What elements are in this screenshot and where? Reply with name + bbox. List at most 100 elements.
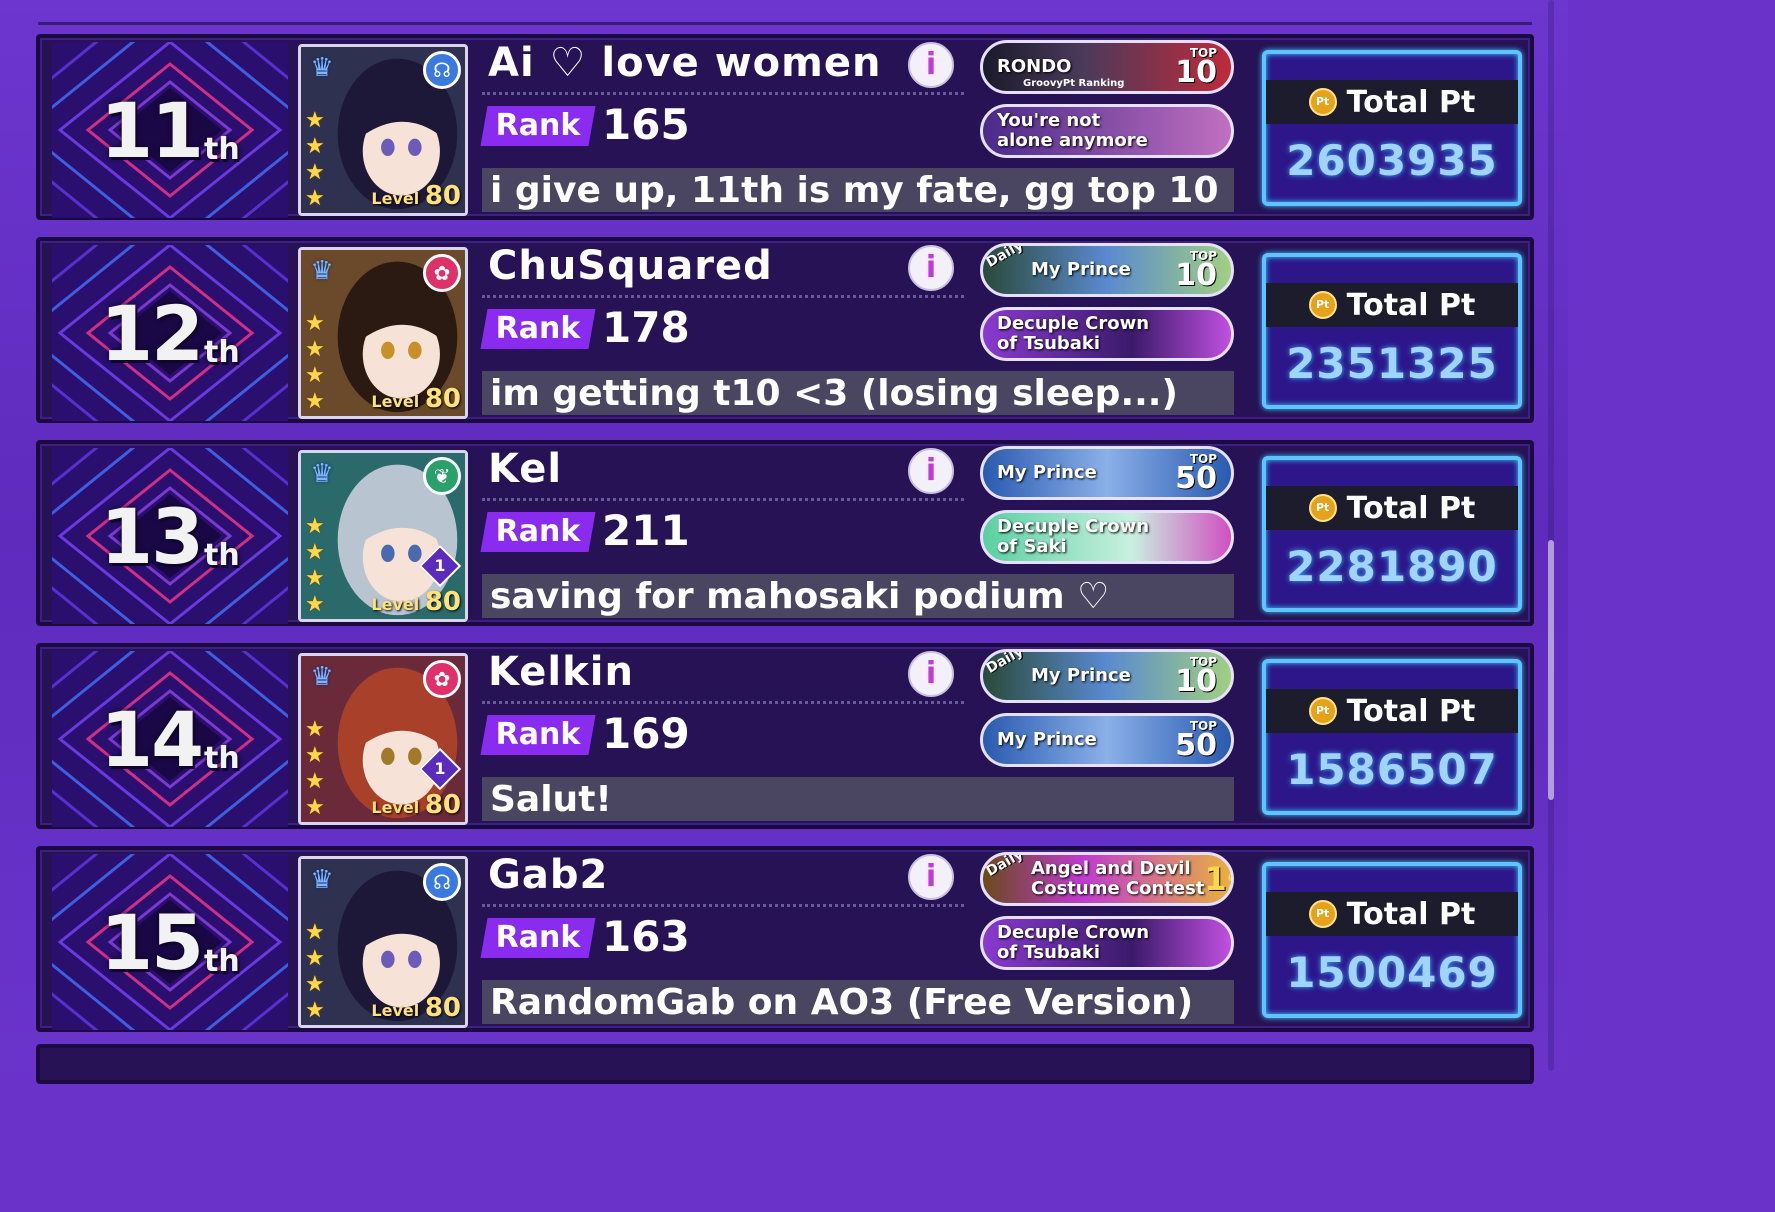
degree-title: You're not alone anymore [997, 110, 1148, 151]
attribute-icon: ✿ [423, 254, 461, 292]
degree-title: RONDO [997, 56, 1072, 77]
ranking-row[interactable]: 11 th ♛ ☊ ★ ★ ★ ★ Level 80 Ai ♡ love wom… [36, 34, 1534, 220]
player-comment: saving for mahosaki podium ♡ [482, 574, 1234, 618]
player-name: Kel [488, 446, 563, 492]
rank-cell: 15 th [52, 854, 288, 1030]
total-points-label: Total Pt [1346, 896, 1476, 932]
player-name: Gab2 [488, 852, 609, 898]
degree-badge-2[interactable]: You're not alone anymore [980, 104, 1234, 158]
degree-badge-1[interactable]: Daily Angel and Devil Costume Contest 1s… [980, 852, 1234, 906]
rank-label: Rank [495, 311, 581, 346]
rank-label: Rank [495, 514, 581, 549]
rarity-stars: ★ ★ ★ ★ [305, 718, 329, 820]
leader-card[interactable]: ♛ ☊ ★ ★ ★ ★ Level 80 [298, 856, 468, 1028]
player-rank-value: 165 [602, 100, 690, 149]
rarity-star-icon: ★ [305, 795, 325, 820]
total-points-panel: Pt Total Pt 2281890 [1262, 456, 1522, 612]
rank-cell: 12 th [52, 245, 288, 421]
degree-badge-1[interactable]: My Prince TOP 50 [980, 446, 1234, 500]
player-rank-value: 178 [602, 303, 690, 352]
rank-number: 14 [100, 694, 204, 784]
rarity-star-icon: ★ [305, 717, 325, 742]
ranking-row[interactable]: 14 th ♛ ✿ ★ ★ ★ ★ 1 Level 80 Kelkin i Ra… [36, 643, 1534, 829]
player-comment: Salut! [482, 777, 1234, 821]
rank-suffix: th [204, 943, 240, 979]
level-value: 80 [424, 993, 461, 1023]
list-top-divider [38, 22, 1532, 25]
info-icon[interactable]: i [908, 651, 954, 697]
info-icon[interactable]: i [908, 854, 954, 900]
player-name: Ai ♡ love women [488, 40, 882, 86]
player-rank-badge: Rank [480, 512, 596, 552]
daily-tag: Daily [983, 649, 1027, 677]
next-row-partial[interactable] [36, 1044, 1534, 1084]
rank-suffix: th [204, 740, 240, 776]
info-icon[interactable]: i [908, 42, 954, 88]
total-points-header: Pt Total Pt [1266, 892, 1518, 936]
degree-badge-1[interactable]: Daily My Prince TOP 10 [980, 649, 1234, 703]
level-label: Level [371, 392, 420, 411]
ranking-row[interactable]: 12 th ♛ ✿ ★ ★ ★ ★ Level 80 ChuSquared i … [36, 237, 1534, 423]
rarity-star-icon: ★ [305, 186, 325, 211]
name-divider [482, 498, 964, 501]
rarity-star-icon: ★ [305, 337, 325, 362]
player-comment: i give up, 11th is my fate, gg top 10 [482, 168, 1234, 212]
total-points-panel: Pt Total Pt 1500469 [1262, 862, 1522, 1018]
card-level: Level 80 [371, 790, 461, 820]
leader-card[interactable]: ♛ ✿ ★ ★ ★ ★ 1 Level 80 [298, 653, 468, 825]
degree-title: My Prince [1031, 259, 1131, 280]
degree-badge-2[interactable]: Decuple Crown of Tsubaki [980, 307, 1234, 361]
rarity-stars: ★ ★ ★ ★ [305, 921, 329, 1023]
player-rank-badge: Rank [480, 309, 596, 349]
total-points-header: Pt Total Pt [1266, 80, 1518, 124]
degree-title: Decuple Crown of Saki [997, 516, 1150, 557]
rank-suffix: th [204, 334, 240, 370]
total-points-panel: Pt Total Pt 2351325 [1262, 253, 1522, 409]
player-rank-value: 169 [602, 709, 690, 758]
leader-card[interactable]: ♛ ✿ ★ ★ ★ ★ Level 80 [298, 247, 468, 419]
rarity-star-icon: ★ [305, 514, 325, 539]
level-value: 80 [424, 587, 461, 617]
degree-rank: TOP 50 [1175, 453, 1217, 494]
event-point-coin-icon: Pt [1308, 88, 1337, 116]
degree-badge-2[interactable]: Decuple Crown of Tsubaki [980, 916, 1234, 970]
player-rank-value: 211 [602, 506, 690, 555]
degree-title: Decuple Crown of Tsubaki [997, 922, 1150, 963]
total-points-panel: Pt Total Pt 2603935 [1262, 50, 1522, 206]
degree-badge-1[interactable]: RONDO GroovyPt Ranking TOP 10 [980, 40, 1234, 94]
rarity-star-icon: ★ [305, 540, 325, 565]
total-points-header: Pt Total Pt [1266, 689, 1518, 733]
rarity-star-icon: ★ [305, 972, 325, 997]
degree-title: Angel and Devil Costume Contest [1031, 858, 1205, 899]
rank-suffix: th [204, 131, 240, 167]
rank-cell: 14 th [52, 651, 288, 827]
ranking-row[interactable]: 15 th ♛ ☊ ★ ★ ★ ★ Level 80 Gab2 i Rank 1… [36, 846, 1534, 1032]
name-divider [482, 92, 964, 95]
event-ranking-list: 11 th ♛ ☊ ★ ★ ★ ★ Level 80 Ai ♡ love wom… [0, 0, 1568, 1084]
total-points-value: 2351325 [1286, 339, 1498, 388]
rank-position: 15 th [52, 854, 288, 1030]
scrollbar-track[interactable] [1548, 0, 1554, 1071]
level-value: 80 [424, 790, 461, 820]
rarity-stars: ★ ★ ★ ★ [305, 312, 329, 414]
name-divider [482, 295, 964, 298]
scrollbar-thumb[interactable] [1548, 540, 1554, 800]
info-icon[interactable]: i [908, 245, 954, 291]
card-level: Level 80 [371, 993, 461, 1023]
info-icon[interactable]: i [908, 448, 954, 494]
leader-card[interactable]: ♛ ☊ ★ ★ ★ ★ Level 80 [298, 44, 468, 216]
name-divider [482, 904, 964, 907]
rarity-star-icon: ★ [305, 743, 325, 768]
ranking-row[interactable]: 13 th ♛ ❦ ★ ★ ★ ★ 1 Level 80 Kel i Rank … [36, 440, 1534, 626]
degree-badge-2[interactable]: My Prince TOP 50 [980, 713, 1234, 767]
rank-label: Rank [495, 108, 581, 143]
player-comment: RandomGab on AO3 (Free Version) [482, 980, 1234, 1024]
degree-badge-2[interactable]: Decuple Crown of Saki [980, 510, 1234, 564]
degree-badge-1[interactable]: Daily My Prince TOP 10 [980, 243, 1234, 297]
degree-top-value: 10 [1175, 55, 1217, 90]
rank-number: 15 [100, 897, 204, 987]
player-rank-badge: Rank [480, 715, 596, 755]
leader-card[interactable]: ♛ ❦ ★ ★ ★ ★ 1 Level 80 [298, 450, 468, 622]
event-point-coin-icon: Pt [1308, 494, 1337, 522]
level-label: Level [371, 1001, 420, 1020]
